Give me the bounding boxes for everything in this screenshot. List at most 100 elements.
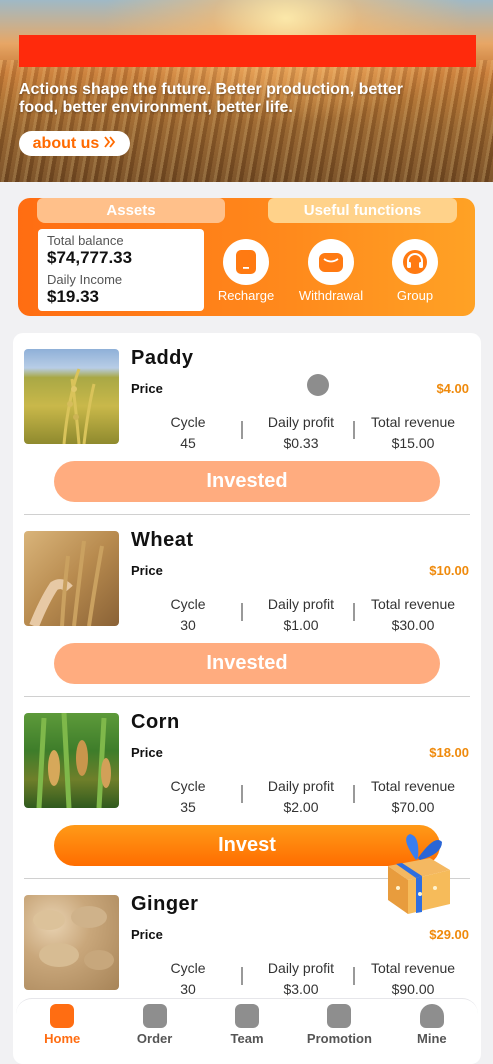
withdrawal-label: Withdrawal xyxy=(298,288,364,303)
touch-indicator xyxy=(307,374,329,396)
double-chevron-right-icon xyxy=(104,135,116,153)
tab-useful-functions[interactable]: Useful functions xyxy=(268,198,457,223)
total-revenue-stat: Total revenue $30.00 xyxy=(358,594,468,636)
stat-divider xyxy=(353,967,355,985)
total-revenue-label: Total revenue xyxy=(370,596,456,612)
nav-promotion-label: Promotion xyxy=(306,1031,372,1046)
daily-income-label: Daily Income xyxy=(47,272,123,287)
daily-profit-stat: Daily profit $2.00 xyxy=(246,776,356,818)
invested-button[interactable]: Invested xyxy=(54,461,440,502)
total-revenue-value: $70.00 xyxy=(391,799,435,815)
total-revenue-stat: Total revenue $70.00 xyxy=(358,776,468,818)
cycle-value: 45 xyxy=(180,435,196,451)
title-redaction-bar xyxy=(19,35,476,67)
daily-profit-stat: Daily profit $1.00 xyxy=(246,594,356,636)
stat-divider xyxy=(241,785,243,803)
gift-box-icon[interactable] xyxy=(380,828,454,916)
stat-divider xyxy=(353,603,355,621)
total-revenue-label: Total revenue xyxy=(370,960,456,976)
invested-button[interactable]: Invested xyxy=(54,643,440,684)
nav-mine[interactable]: Mine xyxy=(386,999,478,1054)
total-revenue-label: Total revenue xyxy=(370,778,456,794)
ginger-image xyxy=(24,895,119,990)
corn-image xyxy=(24,713,119,808)
nav-team[interactable]: Team xyxy=(201,999,293,1054)
group-label: Group xyxy=(396,288,434,303)
promotion-icon xyxy=(327,1004,352,1028)
total-balance-label: Total balance xyxy=(47,233,124,248)
total-revenue-value: $30.00 xyxy=(391,617,435,633)
wheat-image xyxy=(24,531,119,626)
daily-profit-value: $1.00 xyxy=(283,617,319,633)
stat-divider xyxy=(241,967,243,985)
cycle-value: 30 xyxy=(180,617,196,633)
total-revenue-value: $90.00 xyxy=(391,981,435,997)
nav-order[interactable]: Order xyxy=(108,999,200,1054)
paddy-image xyxy=(24,349,119,444)
price-label: Price xyxy=(131,563,163,578)
nav-promotion[interactable]: Promotion xyxy=(293,999,385,1054)
product-name: Wheat xyxy=(131,529,194,551)
product-name: Paddy xyxy=(131,347,194,369)
product-card-wheat: Wheat Price $10.00 Cycle 30 Daily profit… xyxy=(13,515,481,697)
stat-divider xyxy=(353,421,355,439)
user-icon xyxy=(419,1004,444,1028)
cycle-label: Cycle xyxy=(170,960,206,976)
daily-income-value: $19.33 xyxy=(47,287,99,306)
order-icon xyxy=(142,1004,167,1028)
home-icon xyxy=(50,1004,75,1028)
price-value: $18.00 xyxy=(429,745,469,760)
nav-mine-label: Mine xyxy=(417,1031,447,1046)
nav-home[interactable]: Home xyxy=(16,999,108,1054)
product-name: Ginger xyxy=(131,893,199,915)
product-name: Corn xyxy=(131,711,180,733)
daily-profit-stat: Daily profit $0.33 xyxy=(246,412,356,454)
hero-banner: Actions shape the future. Better product… xyxy=(0,0,493,182)
daily-profit-label: Daily profit xyxy=(267,414,335,430)
cycle-stat: Cycle 30 xyxy=(133,594,243,636)
group-button[interactable]: Group xyxy=(375,239,455,303)
total-revenue-value: $15.00 xyxy=(391,435,435,451)
total-revenue-stat: Total revenue $15.00 xyxy=(358,412,468,454)
price-label: Price xyxy=(131,745,163,760)
wallet-icon xyxy=(308,239,354,285)
price-value: $10.00 xyxy=(429,563,469,578)
daily-profit-label: Daily profit xyxy=(267,778,335,794)
bottom-nav: Home Order Team Promotion Mine xyxy=(16,998,478,1054)
price-label: Price xyxy=(131,927,163,942)
stat-divider xyxy=(353,785,355,803)
daily-profit-value: $2.00 xyxy=(283,799,319,815)
total-balance-value: $74,777.33 xyxy=(47,248,133,267)
cycle-stat: Cycle 35 xyxy=(133,776,243,818)
nav-home-label: Home xyxy=(44,1031,81,1046)
product-card-paddy: Paddy Price $4.00 Cycle 45 Daily profit … xyxy=(13,333,481,515)
daily-profit-label: Daily profit xyxy=(267,960,335,976)
total-revenue-label: Total revenue xyxy=(370,414,456,430)
cycle-label: Cycle xyxy=(170,596,206,612)
product-list: Paddy Price $4.00 Cycle 45 Daily profit … xyxy=(13,333,481,1064)
headset-icon xyxy=(392,239,438,285)
nav-order-label: Order xyxy=(136,1031,173,1046)
withdrawal-button[interactable]: Withdrawal xyxy=(291,239,371,303)
wheat-field-image xyxy=(0,60,493,182)
about-us-button[interactable]: about us xyxy=(19,131,130,156)
price-value: $4.00 xyxy=(436,381,469,396)
recharge-icon xyxy=(223,239,269,285)
assets-card: Assets Useful functions Total balance $7… xyxy=(18,198,475,316)
daily-profit-stat: Daily profit $3.00 xyxy=(246,958,356,1000)
recharge-label: Recharge xyxy=(217,288,275,303)
balance-box: Total balance $74,777.33 Daily Income $1… xyxy=(38,229,204,311)
daily-profit-value: $0.33 xyxy=(283,435,319,451)
about-us-label: about us xyxy=(32,134,100,152)
stat-divider xyxy=(241,421,243,439)
recharge-button[interactable]: Recharge xyxy=(206,239,286,303)
team-icon xyxy=(235,1004,260,1028)
price-label: Price xyxy=(131,381,163,396)
tab-assets[interactable]: Assets xyxy=(37,198,225,223)
total-revenue-stat: Total revenue $90.00 xyxy=(358,958,468,1000)
cycle-stat: Cycle 30 xyxy=(133,958,243,1000)
daily-profit-value: $3.00 xyxy=(283,981,319,997)
stat-divider xyxy=(241,603,243,621)
cycle-label: Cycle xyxy=(170,414,206,430)
hero-tagline: Actions shape the future. Better product… xyxy=(19,81,404,116)
